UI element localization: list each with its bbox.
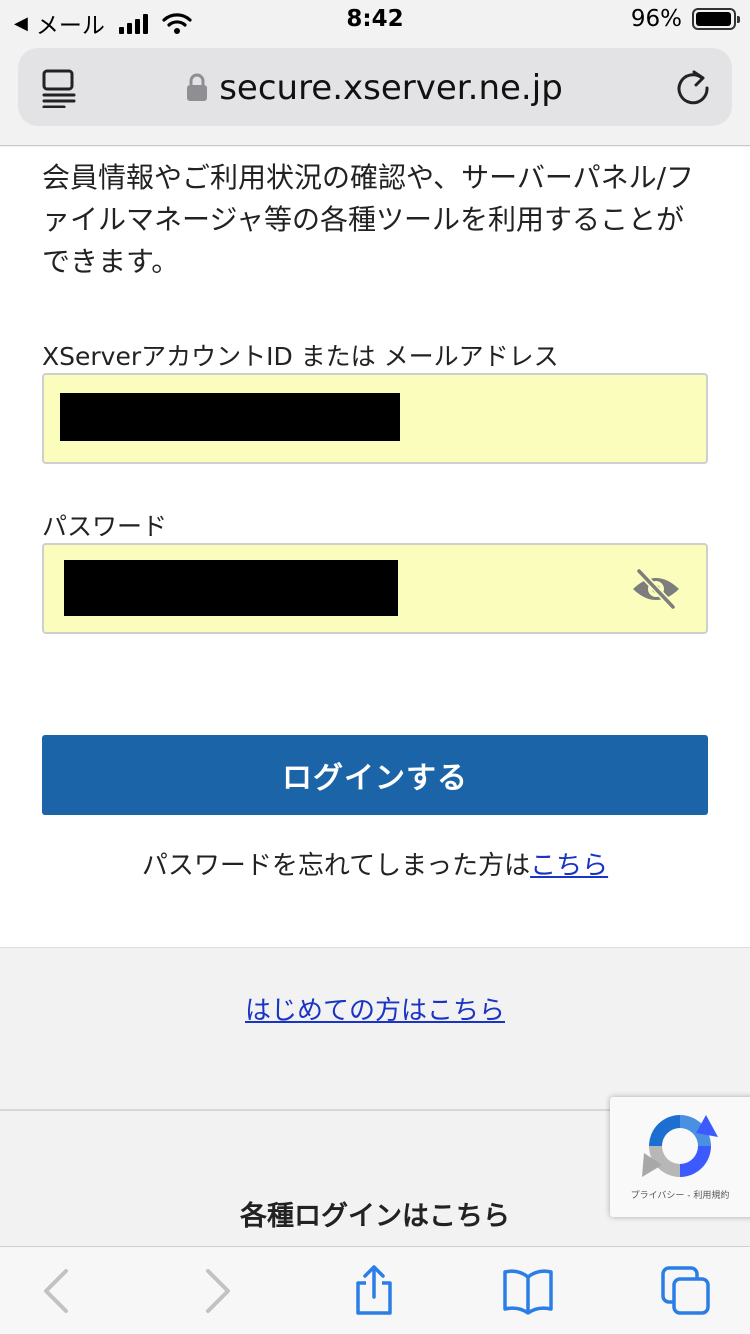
browser-toolbar	[0, 1246, 750, 1334]
account-id-label: XServerアカウントID または メールアドレス	[42, 342, 559, 371]
address-bar[interactable]: secure.xserver.ne.jp	[18, 48, 732, 126]
forgot-password-text: パスワードを忘れてしまった方は	[141, 851, 531, 881]
browser-address-area: secure.xserver.ne.jp	[0, 40, 750, 146]
lock-icon	[187, 73, 208, 101]
recaptcha-badge[interactable]: プライバシー - 利用規約	[610, 1097, 750, 1217]
redacted-account-value	[60, 393, 400, 441]
battery-icon	[692, 8, 740, 30]
status-right: 96%	[630, 6, 740, 32]
recaptcha-icon	[642, 1115, 718, 1177]
reload-icon[interactable]	[676, 68, 712, 108]
recaptcha-footer-links[interactable]: プライバシー - 利用規約	[610, 1188, 750, 1201]
redacted-password-value	[64, 560, 398, 616]
forgot-password-line: パスワードを忘れてしまった方はこちら	[0, 845, 750, 882]
forgot-password-link[interactable]: こちら	[530, 851, 608, 881]
login-card: 会員情報やご利用状況の確認や、サーバーパネル/ファイルマネージャ等の各種ツールを…	[0, 147, 750, 948]
url-display[interactable]: secure.xserver.ne.jp	[18, 68, 732, 108]
eye-off-icon[interactable]	[630, 567, 682, 611]
chevron-left-icon[interactable]	[32, 1265, 84, 1317]
share-icon[interactable]	[348, 1265, 400, 1317]
url-text: secure.xserver.ne.jp	[219, 68, 563, 108]
chevron-right-icon[interactable]	[194, 1265, 246, 1317]
status-bar: ◀ メール 8:42 96%	[0, 0, 750, 40]
password-label: パスワード	[42, 512, 168, 541]
login-intro-text: 会員情報やご利用状況の確認や、サーバーパネル/ファイルマネージャ等の各種ツールを…	[42, 161, 695, 278]
tabs-icon[interactable]	[660, 1265, 712, 1317]
battery-percent: 96%	[630, 6, 682, 32]
first-time-link[interactable]: はじめての方はこちら	[245, 996, 505, 1026]
book-icon[interactable]	[502, 1265, 554, 1317]
first-time-row: はじめての方はこちら	[0, 990, 750, 1027]
login-button[interactable]: ログインする	[42, 735, 708, 815]
